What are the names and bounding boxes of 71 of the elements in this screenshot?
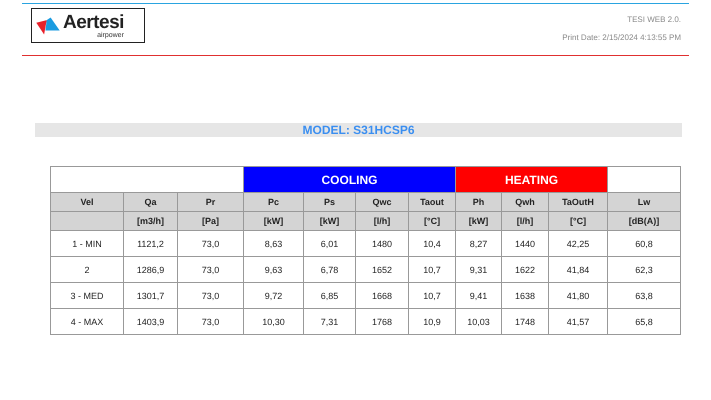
column-header: Lw <box>608 192 681 212</box>
unit-cell: [m3/h] <box>124 212 178 230</box>
table-cell: 1652 <box>356 256 409 282</box>
table-cell: 1403,9 <box>124 308 178 334</box>
table-cell: 10,4 <box>408 230 456 256</box>
unit-cell: [l/h] <box>356 212 409 230</box>
table-cell: 73,0 <box>178 230 244 256</box>
table-cell: 7,31 <box>304 308 356 334</box>
unit-cell: [°C] <box>548 212 608 230</box>
column-header: Qa <box>124 192 178 212</box>
logo-name: Aertesi <box>63 12 124 32</box>
unit-cell: [Pa] <box>178 212 244 230</box>
table-cell: 41,84 <box>548 256 608 282</box>
table-cell: 41,57 <box>548 308 608 334</box>
table-cell: 1668 <box>356 282 409 308</box>
table-cell: 1768 <box>356 308 409 334</box>
column-header: Pr <box>178 192 244 212</box>
table-cell: 62,3 <box>608 256 681 282</box>
table-cell: 1748 <box>502 308 549 334</box>
group-header-cell: HEATING <box>456 166 608 192</box>
table-cell: 42,25 <box>548 230 608 256</box>
table-cell: 10,03 <box>456 308 502 334</box>
print-date: Print Date: 2/15/2024 4:13:55 PM <box>562 33 681 42</box>
table-cell: 1121,2 <box>124 230 178 256</box>
unit-cell: [kW] <box>304 212 356 230</box>
unit-cell: [dB(A)] <box>608 212 681 230</box>
column-header: Qwc <box>356 192 409 212</box>
table-cell: 1301,7 <box>124 282 178 308</box>
table-cell: 65,8 <box>608 308 681 334</box>
table-cell: 10,7 <box>408 256 456 282</box>
table-cell: 9,41 <box>456 282 502 308</box>
unit-cell: [°C] <box>408 212 456 230</box>
table-cell: 6,85 <box>304 282 356 308</box>
table-cell: 3 - MED <box>50 282 124 308</box>
column-header: Pc <box>244 192 304 212</box>
table-cell: 6,01 <box>304 230 356 256</box>
table-cell: 1638 <box>502 282 549 308</box>
table-cell: 63,8 <box>608 282 681 308</box>
table-cell: 41,80 <box>548 282 608 308</box>
table-cell: 73,0 <box>178 256 244 282</box>
unit-cell: [kW] <box>456 212 502 230</box>
unit-cell: [kW] <box>244 212 304 230</box>
table-cell: 10,30 <box>244 308 304 334</box>
table-cell: 2 <box>50 256 124 282</box>
table-cell: 1440 <box>502 230 549 256</box>
table-cell: 10,9 <box>408 308 456 334</box>
table-cell: 9,31 <box>456 256 502 282</box>
table-cell: 6,78 <box>304 256 356 282</box>
table-cell: 1286,9 <box>124 256 178 282</box>
table-cell: 9,63 <box>244 256 304 282</box>
model-title: MODEL: S31HCSP6 <box>35 123 682 137</box>
table-cell: 1 - MIN <box>50 230 124 256</box>
table-cell: 1622 <box>502 256 549 282</box>
column-header: Qwh <box>502 192 549 212</box>
table-cell: 73,0 <box>178 282 244 308</box>
column-header: Vel <box>50 192 124 212</box>
group-header-cell: COOLING <box>244 166 456 192</box>
column-header: Ph <box>456 192 502 212</box>
column-header: TaOutH <box>548 192 608 212</box>
table-cell: 1480 <box>356 230 409 256</box>
unit-cell: [l/h] <box>502 212 549 230</box>
table-cell: 4 - MAX <box>50 308 124 334</box>
table-cell: 8,27 <box>456 230 502 256</box>
table-cell: 9,72 <box>244 282 304 308</box>
table-cell: 10,7 <box>408 282 456 308</box>
column-header: Taout <box>408 192 456 212</box>
table-cell: 73,0 <box>178 308 244 334</box>
table-cell: 60,8 <box>608 230 681 256</box>
table-cell: 8,63 <box>244 230 304 256</box>
app-version: TESI WEB 2.0. <box>627 15 681 24</box>
column-header: Ps <box>304 192 356 212</box>
